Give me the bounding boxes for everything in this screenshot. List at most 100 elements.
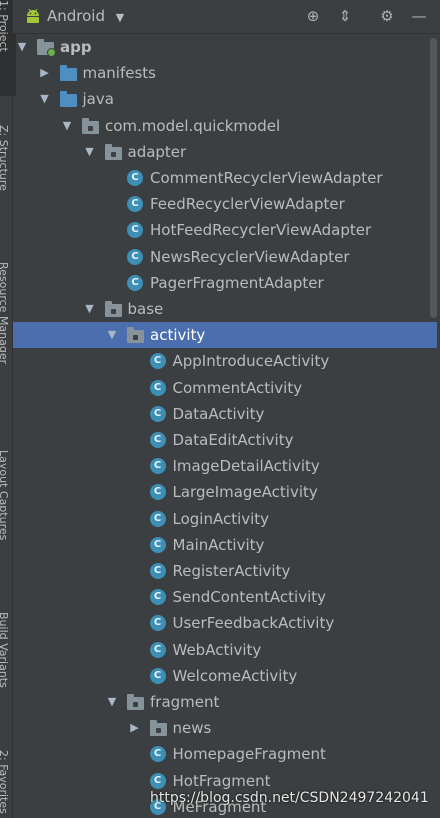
- tree-row[interactable]: C WebActivity: [13, 637, 437, 663]
- package-icon: [104, 301, 122, 317]
- tree-row[interactable]: C HotFeedRecyclerViewAdapter: [13, 217, 437, 243]
- tree-row[interactable]: C RegisterActivity: [13, 558, 437, 584]
- tree-row[interactable]: C UserFeedbackActivity: [13, 610, 437, 636]
- tree-row-label: com.model.quickmodel: [105, 116, 281, 135]
- collapse-all-icon[interactable]: ⇕: [335, 6, 355, 26]
- tree-row-label: UserFeedbackActivity: [172, 614, 335, 633]
- class-icon: C: [127, 248, 143, 265]
- tree-row[interactable]: ▼ java: [13, 86, 437, 112]
- class-icon: C: [127, 170, 143, 186]
- tree-row-label: MainActivity: [172, 535, 265, 554]
- tree-row[interactable]: C SendContentActivity: [13, 584, 437, 610]
- package-icon: [127, 694, 144, 710]
- package-icon: [82, 117, 99, 134]
- class-icon: C: [149, 667, 166, 684]
- tab-resource-manager-label: Resource Manager: [0, 262, 10, 365]
- tree-row[interactable]: C LargeImageActivity: [13, 479, 437, 505]
- tree-row[interactable]: ▼ fragment: [13, 689, 437, 715]
- tree-row[interactable]: ▼ com.model.quickmodel: [13, 113, 437, 139]
- tree-row[interactable]: ▼ base: [13, 296, 437, 322]
- tab-layout-captures-label: Layout Captures: [0, 450, 10, 541]
- project-toolbar: Android ▼ ⊕ ⇕ ⚙ —: [13, 0, 440, 34]
- tree-row-label: ImageDetailActivity: [172, 457, 320, 476]
- expand-arrow-down-icon[interactable]: ▼: [15, 34, 29, 60]
- tree-row[interactable]: ▶ manifests: [13, 60, 437, 86]
- class-icon: C: [127, 222, 143, 239]
- tree-row-label: AppIntroduceActivity: [172, 352, 330, 371]
- view-selector-dropdown[interactable]: Android ▼: [47, 0, 124, 33]
- class-icon: C: [149, 589, 166, 606]
- tree-row-label: DataEditActivity: [172, 431, 294, 449]
- expand-arrow-right-icon[interactable]: ▶: [128, 715, 142, 741]
- expand-arrow-down-icon[interactable]: ▼: [105, 322, 119, 348]
- tab-favorites-label: 2: Favorites: [0, 750, 10, 814]
- module-folder-icon: [37, 39, 56, 57]
- tree-row-label: RegisterActivity: [172, 562, 291, 580]
- tab-structure-label: Z: Structure: [0, 125, 10, 191]
- tree-row-label: CommentActivity: [172, 378, 303, 397]
- class-icon: C: [149, 458, 166, 475]
- class-icon: C: [149, 563, 166, 579]
- tree-row[interactable]: C DataActivity: [13, 401, 437, 427]
- expand-arrow-right-icon[interactable]: ▶: [38, 60, 52, 86]
- tree-row[interactable]: C AppIntroduceActivity: [13, 348, 437, 374]
- tree-row-label: HomepageFragment: [172, 745, 326, 764]
- minimize-icon[interactable]: —: [409, 6, 429, 26]
- tree-row[interactable]: ▶ news: [13, 715, 437, 741]
- tree-row-label: activity: [150, 326, 206, 345]
- tree-row-label: LargeImageActivity: [172, 483, 318, 502]
- tab-build-variants-label: Build Variants: [0, 612, 10, 688]
- package-icon: [149, 720, 167, 737]
- tree-row[interactable]: C PagerFragmentAdapter: [13, 270, 437, 296]
- expand-arrow-down-icon[interactable]: ▼: [83, 139, 97, 165]
- expand-arrow-down-icon[interactable]: ▼: [83, 296, 97, 322]
- tree-row-label: fragment: [150, 693, 220, 711]
- tree-row[interactable]: C HomepageFragment: [13, 741, 437, 767]
- class-icon: C: [149, 615, 166, 632]
- class-icon: C: [149, 510, 166, 527]
- chevron-down-icon: ▼: [115, 11, 125, 24]
- tree-row[interactable]: ▼ adapter: [13, 139, 437, 165]
- tree-row-label: PagerFragmentAdapter: [150, 273, 324, 292]
- tree-row-label: app: [60, 38, 92, 56]
- tree-row-label: base: [127, 300, 164, 318]
- tree-row-label: news: [172, 719, 212, 738]
- class-icon: C: [149, 746, 166, 763]
- tree-scrollbar[interactable]: [430, 38, 437, 318]
- tree-row[interactable]: ▼ app: [13, 34, 437, 60]
- tree-row-label: WelcomeActivity: [172, 666, 298, 685]
- tree-row[interactable]: C ImageDetailActivity: [13, 453, 437, 479]
- tree-row-label: HotFeedRecyclerViewAdapter: [150, 221, 372, 240]
- class-icon: C: [149, 536, 166, 553]
- tree-row-label: manifests: [82, 64, 157, 83]
- view-selector-label: Android: [47, 7, 105, 25]
- class-icon: C: [127, 274, 143, 291]
- expand-arrow-down-icon[interactable]: ▼: [38, 86, 52, 112]
- gear-icon[interactable]: ⚙: [377, 6, 397, 26]
- tree-row[interactable]: C WelcomeActivity: [13, 663, 437, 689]
- tree-row[interactable]: C CommentRecyclerViewAdapter: [13, 165, 437, 191]
- tree-row-label: WebActivity: [172, 640, 262, 659]
- tree-row[interactable]: C CommentActivity: [13, 375, 437, 401]
- expand-arrow-down-icon[interactable]: ▼: [105, 689, 119, 715]
- tree-row-label: adapter: [127, 142, 187, 161]
- class-icon: C: [127, 196, 143, 213]
- class-icon: C: [149, 432, 166, 448]
- class-icon: C: [149, 379, 166, 396]
- tree-row[interactable]: C DataEditActivity: [13, 427, 437, 453]
- tool-window-strip: 1: Project Z: Structure Resource Manager…: [0, 0, 16, 818]
- tree-row[interactable]: C NewsRecyclerViewAdapter: [13, 244, 437, 270]
- class-icon: C: [149, 772, 166, 789]
- project-tree: ▼ app ▶ manifests ▼ java ▼ com.model.quickmodel…: [13, 34, 440, 818]
- class-icon: C: [149, 353, 166, 370]
- tree-row[interactable]: ▼ activity: [13, 322, 437, 349]
- target-icon[interactable]: ⊕: [303, 6, 323, 26]
- tree-row[interactable]: C LoginActivity: [13, 506, 437, 532]
- tree-row-label: DataActivity: [172, 404, 265, 423]
- tree-row[interactable]: C FeedRecyclerViewAdapter: [13, 191, 437, 217]
- class-icon: C: [149, 641, 166, 658]
- folder-icon: [59, 65, 77, 82]
- expand-arrow-down-icon[interactable]: ▼: [60, 113, 74, 139]
- tree-row[interactable]: C MainActivity: [13, 532, 437, 558]
- tree-row-label: java: [82, 90, 114, 109]
